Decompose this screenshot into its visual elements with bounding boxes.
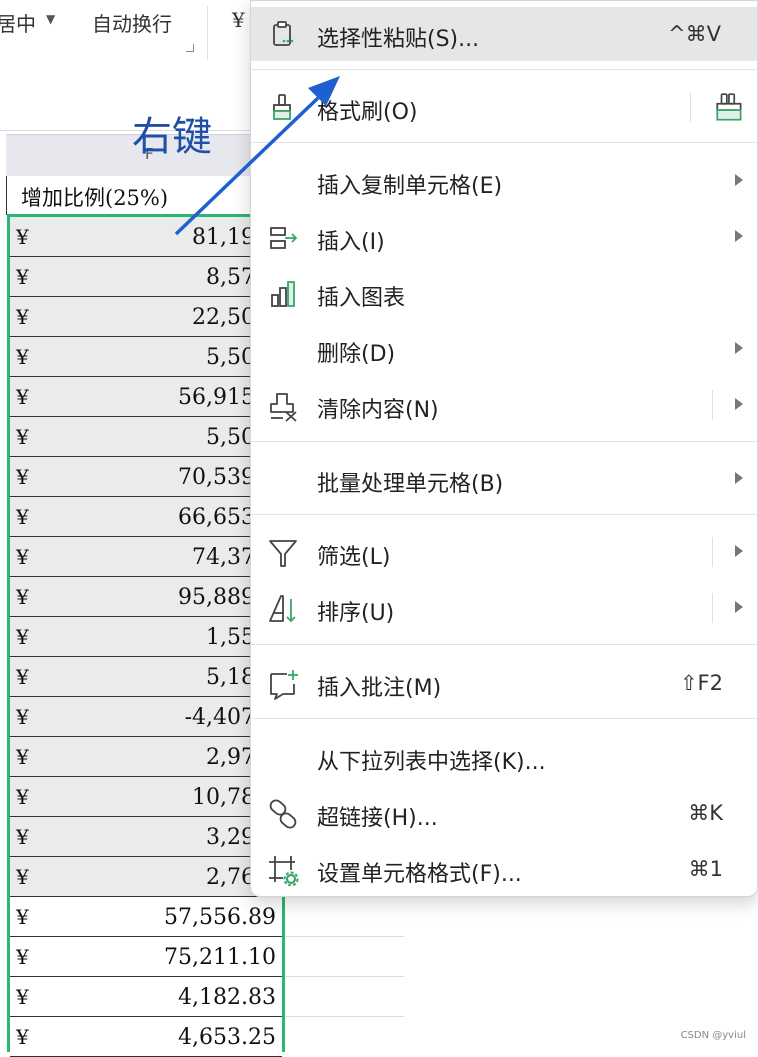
link-icon [269,799,297,829]
clipboard-icon [273,21,294,46]
menu-item-batch-process[interactable]: 批量处理单元格(B) [251,452,757,506]
menu-separator [251,718,757,719]
grid-line [286,936,404,937]
header-cell-text: 增加比例(25%) [21,186,169,210]
menu-separator [251,142,757,143]
grid-line [286,1016,404,1017]
sort-icon [269,595,296,623]
menu-item-label: 插入批注(M) [317,676,442,701]
submenu-arrow-icon [735,472,743,484]
menu-item-paste-special[interactable]: 选择性粘贴(S)... ^⌘V [251,7,757,61]
menu-item-label: 筛选(L) [317,545,391,570]
shortcut: ⌘K [688,801,723,825]
menu-item-insert-comment[interactable]: 插入批注(M) ⇧F2 [251,656,757,710]
submenu-arrow-icon [735,174,743,186]
menu-item-divider [712,390,713,420]
filter-icon [269,540,297,567]
selection-frame [7,214,285,1052]
menu-item-insert[interactable]: 插入(I) [251,210,757,264]
wrap-text-button[interactable]: 自动换行 [92,8,172,37]
insert-row-icon [270,227,298,249]
shortcut: ⌘1 [688,857,723,881]
menu-separator [251,514,757,515]
eraser-icon [270,393,297,422]
grid-line [286,976,404,977]
menu-item-label: 批量处理单元格(B) [317,472,504,497]
submenu-arrow-icon [735,545,743,557]
menu-item-label: 从下拉列表中选择(K)... [317,750,546,775]
submenu-arrow-icon [735,230,743,242]
align-center-button[interactable]: 居中 [0,8,36,37]
menu-item-divider [690,92,691,122]
menu-item-insert-chart[interactable]: 插入图表 [251,266,757,320]
menu-item-delete[interactable]: 删除(D) [251,322,757,376]
submenu-arrow-icon [735,342,743,354]
menu-item-sort[interactable]: 排序(U) [251,581,757,635]
menu-item-format-cells[interactable]: 设置单元格格式(F)... ⌘1 [251,842,757,896]
menu-item-pick-from-list[interactable]: 从下拉列表中选择(K)... [251,730,757,784]
ribbon-separator [207,6,208,60]
menu-item-hyperlink[interactable]: 超链接(H)... ⌘K [251,786,757,840]
menu-item-divider [712,593,713,623]
menu-item-label: 插入图表 [317,286,406,311]
menu-item-format-painter[interactable]: 格式刷(O) [251,80,757,134]
menu-item-label: 清除内容(N) [317,398,439,423]
annotation-text: 右键 [132,114,212,160]
shortcut: ^⌘V [668,22,721,46]
chevron-down-icon[interactable]: ▼ [46,12,55,26]
submenu-arrow-icon [735,398,743,410]
format-painter-lock-icon[interactable] [713,91,747,125]
menu-item-label: 设置单元格格式(F)... [317,862,522,887]
menu-item-label: 选择性粘贴(S)... [317,27,480,52]
menu-separator [251,441,757,442]
menu-separator [251,644,757,645]
menu-item-insert-copied-cells[interactable]: 插入复制单元格(E) [251,154,757,208]
menu-item-label: 删除(D) [317,342,396,367]
header-cell[interactable]: 增加比例(25%) [6,176,287,215]
menu-item-filter[interactable]: 筛选(L) [251,525,757,579]
menu-separator [251,69,757,70]
context-menu: 选择性粘贴(S)... ^⌘V 格式刷(O) 插入复制单元格(E) 插入(I) [250,0,758,897]
submenu-arrow-icon [735,601,743,613]
menu-item-label: 插入复制单元格(E) [317,174,503,199]
watermark: CSDN @yviul [680,1030,746,1041]
menu-item-label: 插入(I) [317,230,385,255]
paintbrush-icon [273,94,291,120]
menu-item-label: 排序(U) [317,601,395,626]
bar-chart-icon [271,281,295,307]
format-cells-icon [269,856,299,886]
menu-item-clear-contents[interactable]: 清除内容(N) [251,378,757,432]
currency-button[interactable]: ¥ [232,8,245,32]
dialog-launcher-icon[interactable] [186,44,194,52]
menu-item-divider [712,537,713,567]
comment-add-icon [270,670,298,700]
menu-item-label: 超链接(H)... [317,806,438,831]
shortcut: ⇧F2 [679,671,723,695]
menu-item-label: 格式刷(O) [317,100,418,125]
